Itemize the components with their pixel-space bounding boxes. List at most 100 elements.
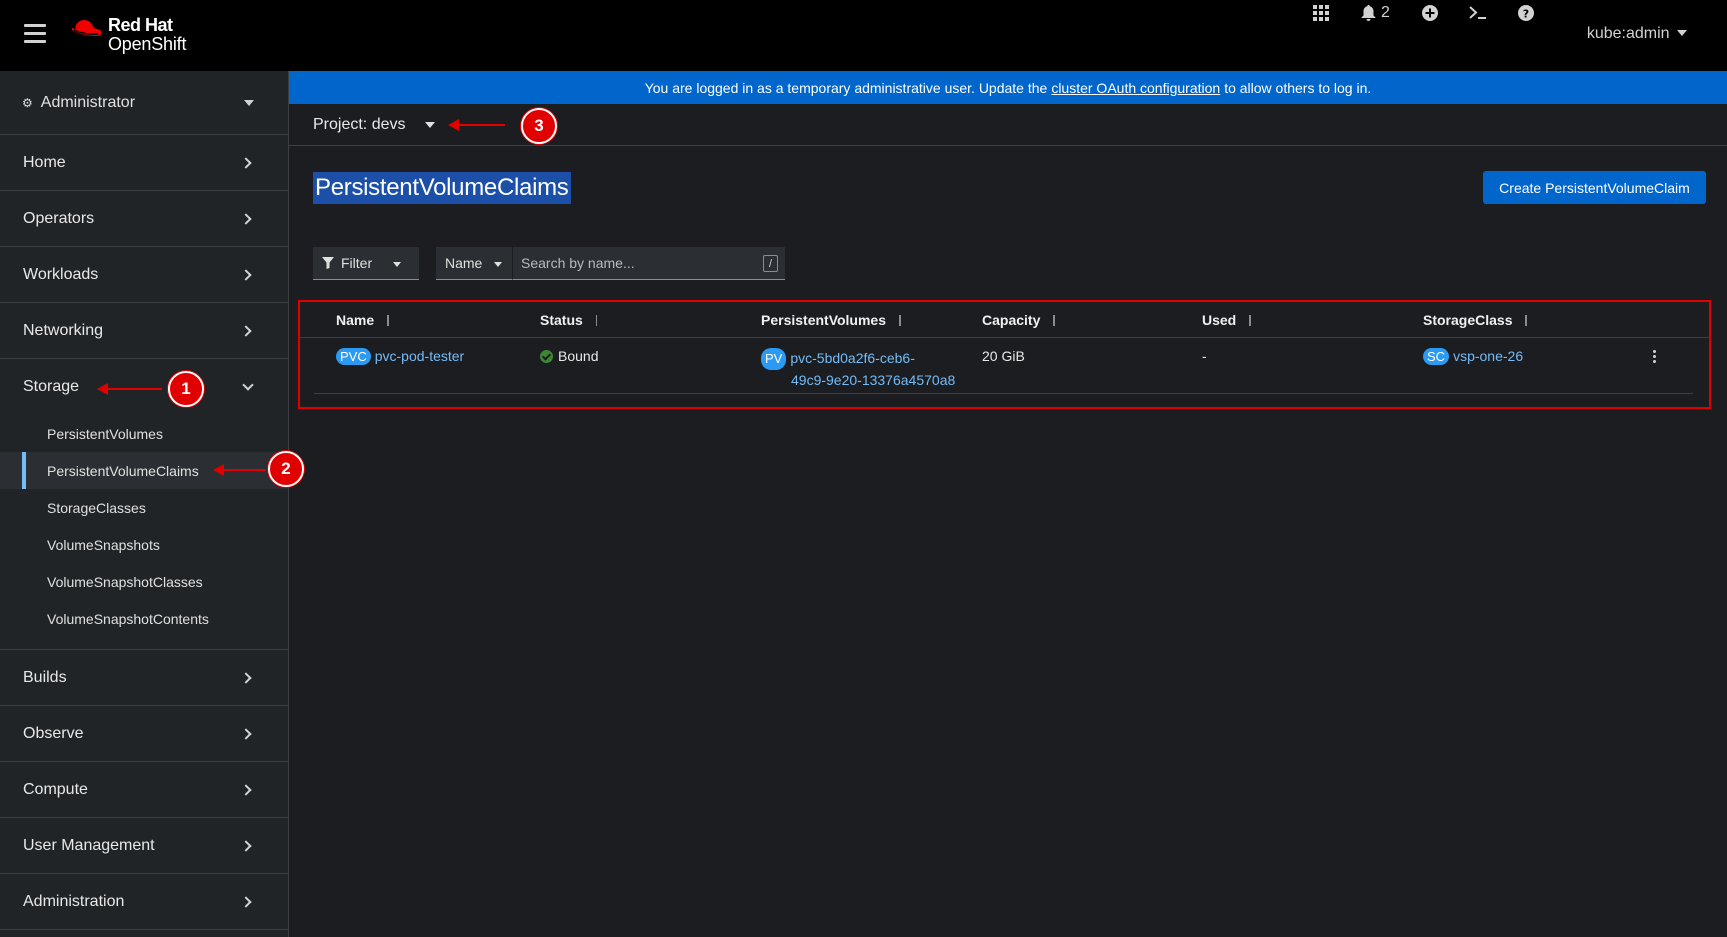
redhat-hat-icon bbox=[71, 20, 102, 36]
pv-badge: PV bbox=[761, 348, 787, 370]
sidebar-item-label: Operators bbox=[23, 209, 95, 227]
cell-persistentvolume: PV pvc-5bd0a2f6-ceb6- 49c9-9e20-13376a457… bbox=[761, 348, 955, 390]
column-header-persistentvolumes[interactable]: PersistentVolumes bbox=[761, 312, 904, 328]
annotation-marker-2: 2 bbox=[268, 451, 304, 487]
project-label: Project: devs bbox=[313, 115, 406, 133]
annotation-marker-3: 3 bbox=[521, 108, 557, 144]
caret-down-icon bbox=[494, 262, 502, 267]
sidebar-item-label: Networking bbox=[23, 321, 104, 339]
sidebar-item-label: Observe bbox=[23, 724, 84, 742]
sidebar-item-builds[interactable]: Builds bbox=[0, 650, 288, 706]
banner-oauth-link[interactable]: cluster OAuth configuration bbox=[1051, 80, 1220, 96]
name-filter-select[interactable]: Name bbox=[436, 247, 512, 280]
caret-down-icon bbox=[425, 121, 436, 128]
project-selector[interactable]: Project: devs bbox=[313, 115, 436, 134]
cell-status: Bound bbox=[540, 348, 598, 364]
annotation-arrow-1 bbox=[97, 383, 162, 395]
name-filter-label: Name bbox=[445, 255, 483, 271]
brand-logo[interactable]: Red Hat OpenShift bbox=[70, 16, 186, 54]
sidebar-subitem-storageclasses[interactable]: StorageClasses bbox=[0, 489, 288, 526]
sidebar-subitem-label: VolumeSnapshots bbox=[47, 536, 160, 553]
sort-icon bbox=[1522, 314, 1530, 326]
column-header-name[interactable]: Name bbox=[336, 312, 392, 328]
sidebar-item-operators[interactable]: Operators bbox=[0, 191, 288, 247]
pvc-badge: PVC bbox=[336, 348, 371, 365]
sidebar-subitem-volumesnapshots[interactable]: VolumeSnapshots bbox=[0, 526, 288, 563]
column-header-capacity[interactable]: Capacity bbox=[982, 312, 1058, 328]
storageclass-link[interactable]: vsp-one-26 bbox=[1453, 348, 1523, 364]
row-divider bbox=[314, 393, 1693, 394]
sidebar-item-label: Workloads bbox=[23, 265, 99, 283]
sidebar-item-storage[interactable]: Storage bbox=[0, 359, 288, 415]
column-header-storageclass[interactable]: StorageClass bbox=[1423, 312, 1530, 328]
sidebar-subitem-label: PersistentVolumeClaims bbox=[47, 462, 199, 479]
sidebar-subitem-volumesnapshotcontents[interactable]: VolumeSnapshotContents bbox=[0, 600, 288, 637]
sidebar-subitem-persistentvolumes[interactable]: PersistentVolumes bbox=[0, 415, 288, 452]
sidebar-item-networking[interactable]: Networking bbox=[0, 303, 288, 359]
chevron-down-icon bbox=[1677, 30, 1687, 36]
pv-link-line1[interactable]: pvc-5bd0a2f6-ceb6- bbox=[790, 350, 915, 366]
bell-icon bbox=[1361, 5, 1376, 21]
terminal-icon[interactable] bbox=[1469, 0, 1487, 26]
hamburger-menu-icon[interactable] bbox=[24, 24, 46, 44]
check-circle-icon bbox=[540, 350, 553, 363]
chevron-right-icon bbox=[240, 268, 252, 281]
sidebar-item-label: User Management bbox=[23, 836, 155, 854]
chevron-right-icon bbox=[240, 895, 252, 908]
chevron-right-icon bbox=[240, 727, 252, 740]
notification-count: 2 bbox=[1381, 4, 1390, 21]
chevron-right-icon bbox=[240, 156, 252, 169]
create-pvc-button[interactable]: Create PersistentVolumeClaim bbox=[1483, 171, 1706, 204]
sidebar-item-workloads[interactable]: Workloads bbox=[0, 247, 288, 303]
column-header-used[interactable]: Used bbox=[1202, 312, 1254, 328]
annotation-arrow-3 bbox=[448, 119, 505, 131]
pvc-name-link[interactable]: pvc-pod-tester bbox=[375, 348, 464, 364]
column-header-status[interactable]: Status bbox=[540, 312, 601, 328]
sidebar-item-label: Administration bbox=[23, 892, 125, 910]
sidebar-subitem-label: VolumeSnapshotContents bbox=[47, 610, 209, 627]
chevron-right-icon bbox=[240, 324, 252, 337]
sidebar-item-administration[interactable]: Administration bbox=[0, 874, 288, 930]
perspective-label: Administrator bbox=[40, 93, 136, 111]
sidebar-item-label: Compute bbox=[23, 780, 88, 798]
row-actions-kebab-icon[interactable] bbox=[1653, 350, 1657, 365]
search-input[interactable] bbox=[513, 247, 785, 279]
sidebar-subitem-label: StorageClasses bbox=[47, 499, 146, 516]
caret-down-icon bbox=[393, 262, 401, 267]
sidebar-subitem-volumesnapshotclasses[interactable]: VolumeSnapshotClasses bbox=[0, 563, 288, 600]
pvc-table: Name Status PersistentVolumes Capacity U… bbox=[298, 300, 1711, 409]
sidebar-item-user-management[interactable]: User Management bbox=[0, 818, 288, 874]
annotation-marker-1: 1 bbox=[168, 371, 204, 407]
filter-dropdown[interactable]: Filter bbox=[313, 247, 419, 280]
cell-used: - bbox=[1202, 348, 1207, 364]
perspective-switcher[interactable]: ⚙ Administrator bbox=[0, 71, 288, 135]
sidebar-item-observe[interactable]: Observe bbox=[0, 706, 288, 762]
sidebar-item-home[interactable]: Home bbox=[0, 135, 288, 191]
pv-link-line2[interactable]: 49c9-9e20-13376a4570a8 bbox=[791, 372, 955, 388]
sidebar-item-label: Home bbox=[23, 153, 66, 171]
chevron-right-icon bbox=[240, 671, 252, 684]
chevron-down-icon bbox=[242, 379, 254, 391]
sort-icon bbox=[384, 314, 392, 326]
sort-icon bbox=[1050, 314, 1058, 326]
app-launcher-icon[interactable] bbox=[1313, 0, 1329, 26]
cell-capacity: 20 GiB bbox=[982, 348, 1025, 364]
help-icon[interactable]: ? bbox=[1518, 0, 1534, 26]
table-header: Name Status PersistentVolumes Capacity U… bbox=[300, 302, 1709, 338]
cell-storageclass: SC vsp-one-26 bbox=[1423, 348, 1523, 365]
sidebar-subitem-label: VolumeSnapshotClasses bbox=[47, 573, 203, 590]
sidebar-item-compute[interactable]: Compute bbox=[0, 762, 288, 818]
user-name: kube:admin bbox=[1586, 25, 1670, 42]
sort-icon bbox=[896, 314, 904, 326]
notifications-button[interactable]: 2 bbox=[1361, 0, 1390, 26]
search-box: / bbox=[512, 247, 785, 280]
sidebar-item-label: Builds bbox=[23, 668, 67, 686]
cell-name: PVC pvc-pod-tester bbox=[336, 348, 464, 365]
add-icon[interactable] bbox=[1422, 0, 1438, 26]
filter-toolbar: Filter Name / bbox=[313, 247, 785, 280]
user-menu[interactable]: kube:admin bbox=[1587, 25, 1687, 43]
chevron-right-icon bbox=[240, 783, 252, 796]
temporary-admin-banner: You are logged in as a temporary adminis… bbox=[289, 71, 1727, 104]
chevron-right-icon bbox=[240, 212, 252, 225]
masthead: Red Hat OpenShift 2 ? kube:admin bbox=[0, 0, 1727, 71]
